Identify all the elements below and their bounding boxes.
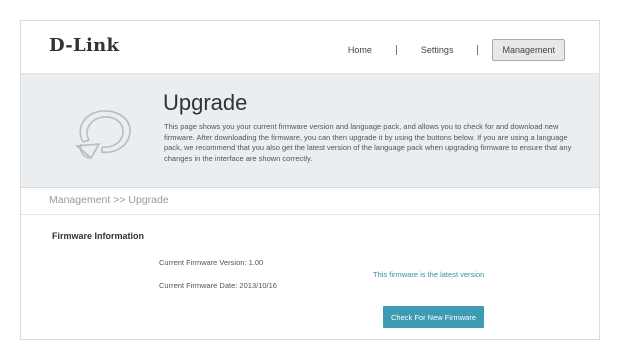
divider — [21, 214, 599, 215]
page-frame: D-Link Home Settings Management Upgrade — [20, 20, 600, 340]
nav-home[interactable]: Home — [338, 45, 382, 55]
check-new-firmware-button[interactable]: Check For New Firmware — [383, 306, 484, 328]
page-banner: Upgrade This page shows you your current… — [21, 74, 599, 188]
dlink-logo[interactable]: D-Link — [49, 35, 119, 56]
nav-separator — [395, 45, 397, 55]
current-firmware-version: Current Firmware Version: 1.00 — [159, 258, 264, 267]
nav-settings[interactable]: Settings — [411, 45, 464, 55]
nav-management[interactable]: Management — [492, 39, 565, 61]
page-description: This page shows you your current firmwar… — [164, 122, 572, 163]
firmware-section-title: Firmware Information — [52, 231, 145, 241]
current-firmware-date: Current Firmware Date: 2013/10/16 — [159, 281, 277, 290]
page-title: Upgrade — [163, 90, 248, 115]
breadcrumb: Management >> Upgrade — [49, 194, 169, 206]
header: D-Link Home Settings Management — [21, 21, 599, 74]
firmware-status: This firmware is the latest version — [373, 270, 485, 279]
upgrade-icon — [69, 102, 139, 169]
nav-separator — [477, 45, 479, 55]
main-nav: Home Settings Management — [338, 39, 565, 61]
